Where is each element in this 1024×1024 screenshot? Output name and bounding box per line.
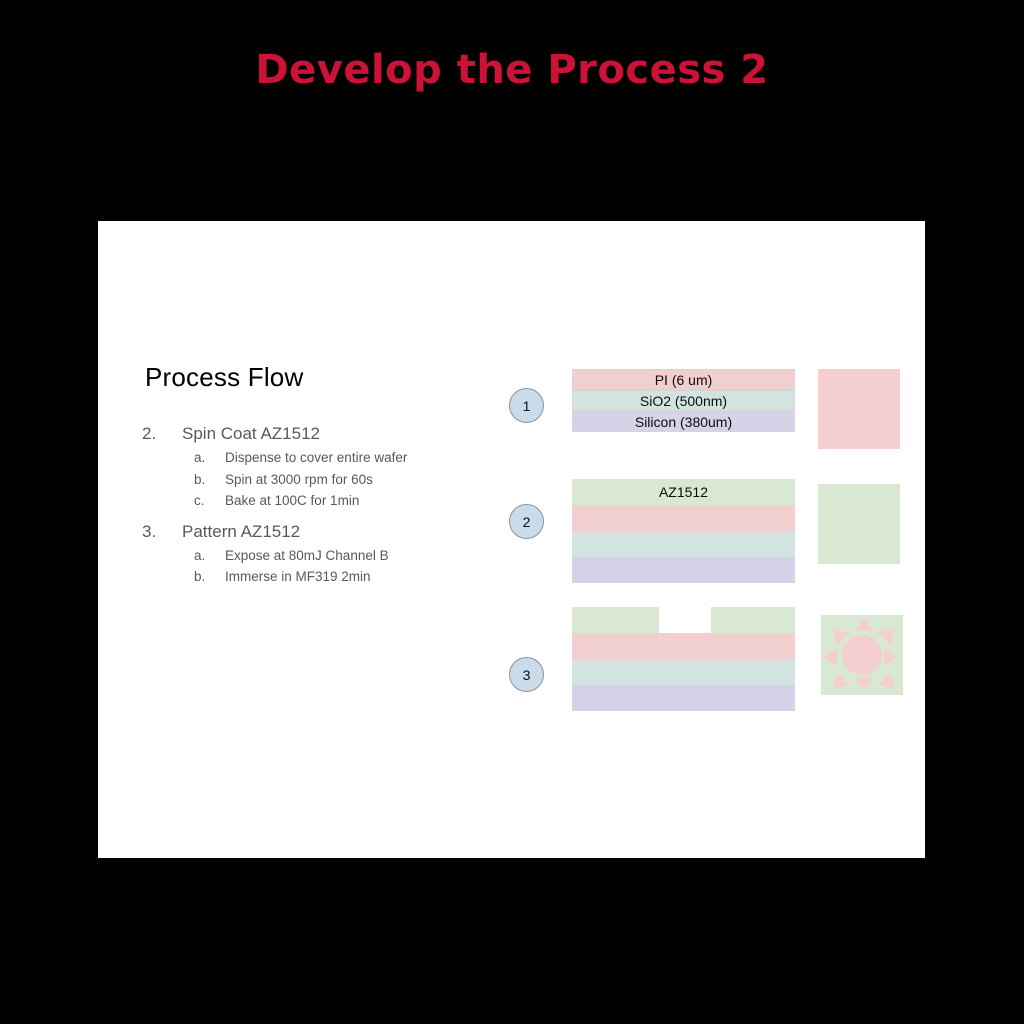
- sun-ray-se-icon: [877, 672, 901, 696]
- slide-canvas: Process Flow 2. Spin Coat AZ1512 a. Dispen…: [98, 221, 925, 858]
- list-text: Dispense to cover entire wafer: [225, 450, 408, 465]
- list-item: c. Bake at 100C for 1min: [142, 490, 522, 512]
- screenshot-root: Develop the Process 2 Process Flow 2. Spi…: [0, 0, 1024, 1024]
- material-swatch-2: [818, 484, 900, 564]
- list-text: Bake at 100C for 1min: [225, 493, 360, 508]
- list-item: a. Dispense to cover entire wafer: [142, 447, 522, 469]
- list-marker: b.: [194, 569, 206, 584]
- layer-az1512-patterned: [572, 607, 795, 633]
- resist-segment-left: [572, 607, 659, 633]
- sun-ray-w-icon: [823, 648, 837, 666]
- list-item: 2. Spin Coat AZ1512: [142, 421, 522, 447]
- list-text: Spin at 3000 rpm for 60s: [225, 471, 373, 487]
- sun-ray-sw-icon: [826, 672, 850, 696]
- layer-pi: PI (6 um): [572, 369, 795, 390]
- list-item: b. Spin at 3000 rpm for 60s: [142, 469, 522, 491]
- list-marker: b.: [194, 471, 206, 487]
- list-text: Spin Coat AZ1512: [182, 424, 320, 443]
- layer-stack-1: PI (6 um) SiO2 (500nm) Silicon (380um): [572, 369, 795, 432]
- sun-core-icon: [842, 635, 882, 675]
- layer-stack-3: [572, 607, 795, 711]
- sun-ray-ne-icon: [877, 622, 901, 646]
- step-number-badge: 1: [509, 388, 544, 423]
- list-marker: 3.: [142, 521, 157, 541]
- layer-sio2: [572, 531, 795, 557]
- material-swatch-1: [818, 369, 900, 449]
- sun-ray-e-icon: [884, 648, 898, 666]
- material-swatch-3: [821, 615, 903, 696]
- list-text: Immerse in MF319 2min: [225, 569, 371, 584]
- list-marker: a.: [194, 450, 206, 465]
- layer-sio2: [572, 659, 795, 685]
- resist-developed-gap: [659, 607, 711, 633]
- page-title: Develop the Process 2: [255, 47, 769, 93]
- step-number-badge: 2: [509, 504, 544, 539]
- layer-silicon: Silicon (380um): [572, 411, 795, 432]
- list-item: a. Expose at 80mJ Channel B: [142, 545, 522, 567]
- layer-pi: [572, 505, 795, 531]
- list-item: b. Immerse in MF319 2min: [142, 566, 522, 588]
- layer-silicon: [572, 557, 795, 583]
- layer-pi: [572, 633, 795, 659]
- list-text: Pattern AZ1512: [182, 521, 301, 541]
- layer-stack-2: AZ1512: [572, 479, 795, 583]
- sun-ray-n-icon: [855, 617, 873, 631]
- layer-sio2: SiO2 (500nm): [572, 390, 795, 411]
- process-flow-list: 2. Spin Coat AZ1512 a. Dispense to cover e…: [142, 419, 522, 588]
- list-item: 3. Pattern AZ1512: [142, 519, 522, 545]
- layer-az1512: AZ1512: [572, 479, 795, 505]
- section-heading: Process Flow: [145, 362, 304, 392]
- sun-icon: [821, 615, 903, 696]
- list-marker: 2.: [142, 424, 157, 443]
- list-text: Expose at 80mJ Channel B: [225, 547, 389, 563]
- step-number-badge: 3: [509, 657, 544, 692]
- list-marker: c.: [194, 493, 205, 508]
- list-marker: a.: [194, 547, 206, 563]
- resist-segment-right: [711, 607, 795, 633]
- sun-ray-s-icon: [855, 678, 873, 692]
- layer-silicon: [572, 685, 795, 711]
